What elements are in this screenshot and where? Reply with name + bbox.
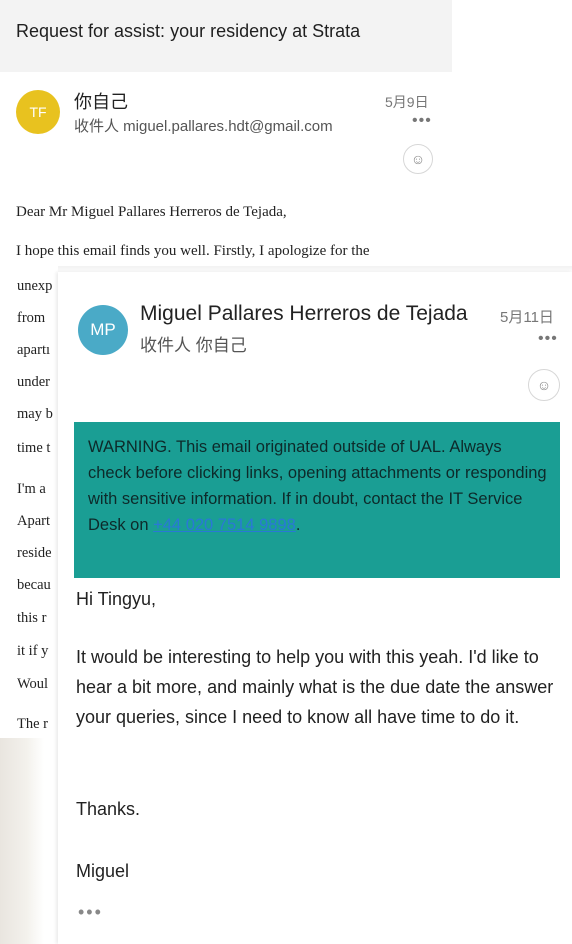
body-fragment: this r xyxy=(17,610,47,626)
avatar[interactable]: TF xyxy=(16,90,60,134)
email-greeting: Hi Tingyu, xyxy=(76,589,157,609)
recipient-line: 收件人 miguel.pallares.hdt@gmail.com xyxy=(74,118,333,135)
sender-name[interactable]: 你自己 xyxy=(74,88,128,114)
email-body-line: I hope this email finds you well. Firstl… xyxy=(16,243,370,259)
reaction-emoji-icon[interactable]: ☺ xyxy=(528,369,560,401)
email-subject: Request for assist: your residency at St… xyxy=(16,21,361,41)
body-fragment: becau xyxy=(17,577,51,593)
email-date: 5月9日 xyxy=(385,94,429,110)
sender-name[interactable]: Miguel Pallares Herreros de Tejada xyxy=(140,302,468,326)
email-date: 5月11日 xyxy=(500,309,554,326)
email-body-paragraph: It would be interesting to help you with… xyxy=(76,647,554,727)
reaction-emoji-icon[interactable]: ☺ xyxy=(403,144,433,174)
body-fragment: under xyxy=(17,374,51,390)
body-fragment: time t xyxy=(17,440,51,456)
reply-email-panel: MP Miguel Pallares Herreros de Tejada 收件… xyxy=(58,272,572,944)
email-signature: Miguel xyxy=(76,861,130,881)
avatar[interactable]: MP xyxy=(78,305,128,355)
show-quoted-text-icon[interactable]: ••• xyxy=(78,902,103,923)
body-fragment: Woul xyxy=(17,676,49,692)
body-fragment: reside xyxy=(17,545,52,561)
email-closing: Thanks. xyxy=(76,799,141,819)
body-fragment: from xyxy=(17,310,46,326)
paper-edge xyxy=(0,738,44,944)
email-subject-bar: Request for assist: your residency at St… xyxy=(0,0,452,72)
email-greeting: Dear Mr Miguel Pallares Herreros de Teja… xyxy=(16,204,287,220)
body-fragment: it if y xyxy=(17,643,49,659)
body-fragment: The r xyxy=(17,716,48,732)
more-options-icon[interactable]: ••• xyxy=(538,330,558,348)
more-options-icon[interactable]: ••• xyxy=(412,112,432,130)
body-fragment: apartı xyxy=(17,342,51,358)
external-email-warning: WARNING. This email originated outside o… xyxy=(74,422,560,578)
body-fragment: Apart xyxy=(17,513,51,529)
body-fragment: may b xyxy=(17,406,53,422)
recipient-line: 收件人 你自己 xyxy=(140,336,247,355)
body-fragment: I'm a xyxy=(17,481,46,497)
warning-end: . xyxy=(295,516,301,534)
phone-link[interactable]: +44 020 7514 9898 xyxy=(153,516,296,534)
body-fragment: unexp xyxy=(17,278,53,294)
